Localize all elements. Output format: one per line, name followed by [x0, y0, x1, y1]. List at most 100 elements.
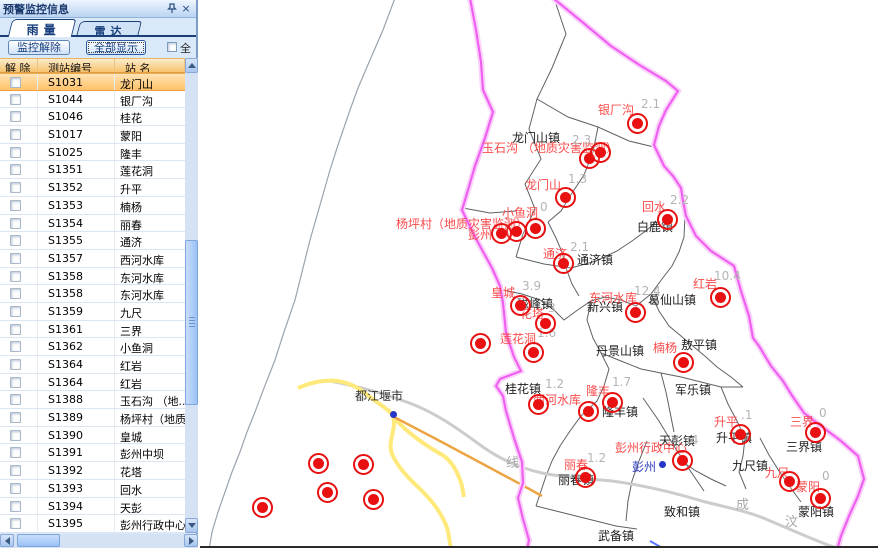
station-marker[interactable] — [308, 453, 329, 474]
row-checkbox[interactable] — [10, 412, 21, 423]
row-checkbox[interactable] — [10, 324, 21, 335]
release-monitor-button[interactable]: 监控解除 — [8, 40, 70, 55]
tab-radar[interactable]: 雷达 — [76, 21, 142, 37]
table-row[interactable]: S1352升平 — [0, 179, 185, 197]
table-row[interactable]: S1354丽春 — [0, 215, 185, 233]
station-marker[interactable] — [590, 142, 611, 163]
table-row[interactable]: S1364红岩 — [0, 374, 185, 392]
row-checkbox[interactable] — [10, 377, 21, 388]
station-marker[interactable] — [317, 482, 338, 503]
tab-rainfall[interactable]: 雨量 — [8, 19, 77, 37]
select-all-checkbox[interactable] — [167, 42, 177, 52]
row-checkbox[interactable] — [10, 341, 21, 352]
table-row[interactable]: S1357西河水库 — [0, 250, 185, 268]
station-marker[interactable] — [730, 424, 751, 445]
vertical-scrollbar[interactable] — [185, 58, 198, 533]
station-marker[interactable] — [510, 295, 531, 316]
station-marker[interactable] — [555, 187, 576, 208]
table-row[interactable]: S1359九尺 — [0, 303, 185, 321]
horizontal-scrollbar[interactable] — [0, 534, 198, 548]
row-checkbox[interactable] — [10, 518, 21, 529]
row-checkbox[interactable] — [10, 164, 21, 175]
row-checkbox[interactable] — [10, 359, 21, 370]
row-checkbox[interactable] — [10, 501, 21, 512]
row-checkbox[interactable] — [10, 129, 21, 140]
station-marker[interactable] — [779, 471, 800, 492]
header-release[interactable]: 解 除 — [0, 59, 38, 72]
table-row[interactable]: S1351莲花洞 — [0, 161, 185, 179]
station-marker[interactable] — [810, 488, 831, 509]
pin-icon[interactable] — [165, 2, 179, 15]
row-checkbox[interactable] — [10, 77, 21, 88]
row-checkbox[interactable] — [10, 253, 21, 264]
horizontal-scrollbar-thumb[interactable] — [17, 534, 60, 547]
scroll-left-button[interactable] — [0, 534, 14, 547]
row-checkbox[interactable] — [10, 288, 21, 299]
station-marker[interactable] — [673, 352, 694, 373]
row-checkbox[interactable] — [10, 465, 21, 476]
station-marker[interactable] — [525, 218, 546, 239]
table-row[interactable]: S1031龙门山 — [0, 73, 185, 91]
station-marker[interactable] — [575, 467, 596, 488]
station-marker[interactable] — [672, 450, 693, 471]
row-checkbox[interactable] — [10, 306, 21, 317]
table-row[interactable]: S1358东河水库 — [0, 285, 185, 303]
table-row[interactable]: S1017蒙阳 — [0, 126, 185, 144]
table-row[interactable]: S1361三界 — [0, 321, 185, 339]
station-marker[interactable] — [363, 489, 384, 510]
table-row[interactable]: S1391彭州中坝 — [0, 444, 185, 462]
close-icon[interactable]: × — [179, 2, 193, 15]
table-row[interactable]: S1390皇城 — [0, 427, 185, 445]
station-marker[interactable] — [627, 113, 648, 134]
scroll-up-button[interactable] — [185, 58, 198, 73]
station-marker[interactable] — [805, 422, 826, 443]
row-checkbox[interactable] — [10, 182, 21, 193]
table-row[interactable]: S1392花塔 — [0, 462, 185, 480]
table-row[interactable]: S1388玉石沟 （地.. — [0, 391, 185, 409]
row-checkbox[interactable] — [10, 147, 21, 158]
table-row[interactable]: S1364红岩 — [0, 356, 185, 374]
row-checkbox[interactable] — [10, 200, 21, 211]
row-checkbox[interactable] — [10, 235, 21, 246]
table-row[interactable]: S1044银厂沟 — [0, 91, 185, 109]
row-checkbox[interactable] — [10, 483, 21, 494]
table-row[interactable]: S1393回水 — [0, 480, 185, 498]
row-checkbox[interactable] — [10, 271, 21, 282]
row-checkbox[interactable] — [10, 94, 21, 105]
map-area[interactable]: 龙门山镇白鹿镇通济镇磁峰镇新兴镇葛仙山镇丹景山镇敖平镇桂花镇隆丰镇军乐镇天彭镇丽… — [200, 0, 878, 548]
station-marker[interactable] — [535, 313, 556, 334]
vertical-scrollbar-thumb[interactable] — [185, 240, 198, 405]
row-checkbox[interactable] — [10, 394, 21, 405]
scroll-right-button[interactable] — [184, 534, 198, 547]
header-station-name[interactable]: 站 名 — [115, 59, 185, 72]
table-row[interactable]: S1389杨坪村（地质.. — [0, 409, 185, 427]
table-row[interactable]: S1395彭州行政中心 — [0, 515, 185, 533]
row-checkbox[interactable] — [10, 111, 21, 122]
row-checkbox[interactable] — [10, 218, 21, 229]
show-all-button[interactable]: 全部显示 — [86, 40, 146, 55]
station-marker[interactable] — [602, 392, 623, 413]
station-marker[interactable] — [353, 454, 374, 475]
table-row[interactable]: S1046桂花 — [0, 108, 185, 126]
station-marker[interactable] — [470, 333, 491, 354]
panel-titlebar[interactable]: 预警监控信息 × — [0, 0, 196, 18]
table-row[interactable]: S1362小鱼洞 — [0, 338, 185, 356]
row-checkbox[interactable] — [10, 430, 21, 441]
station-marker[interactable] — [491, 223, 512, 244]
table-row[interactable]: S1353楠杨 — [0, 197, 185, 215]
station-marker[interactable] — [657, 209, 678, 230]
scroll-down-button[interactable] — [185, 518, 198, 533]
station-marker[interactable] — [710, 287, 731, 308]
station-marker[interactable] — [553, 253, 574, 274]
station-marker[interactable] — [528, 394, 549, 415]
station-marker[interactable] — [523, 342, 544, 363]
table-row[interactable]: S1355通济 — [0, 232, 185, 250]
station-marker[interactable] — [578, 401, 599, 422]
header-station-id[interactable]: 测站编号 — [38, 59, 115, 72]
station-marker[interactable] — [625, 302, 646, 323]
table-row[interactable]: S1358东河水库 — [0, 268, 185, 286]
station-marker[interactable] — [252, 497, 273, 518]
table-row[interactable]: S1025隆丰 — [0, 144, 185, 162]
table-row[interactable]: S1394天彭 — [0, 498, 185, 516]
row-checkbox[interactable] — [10, 447, 21, 458]
